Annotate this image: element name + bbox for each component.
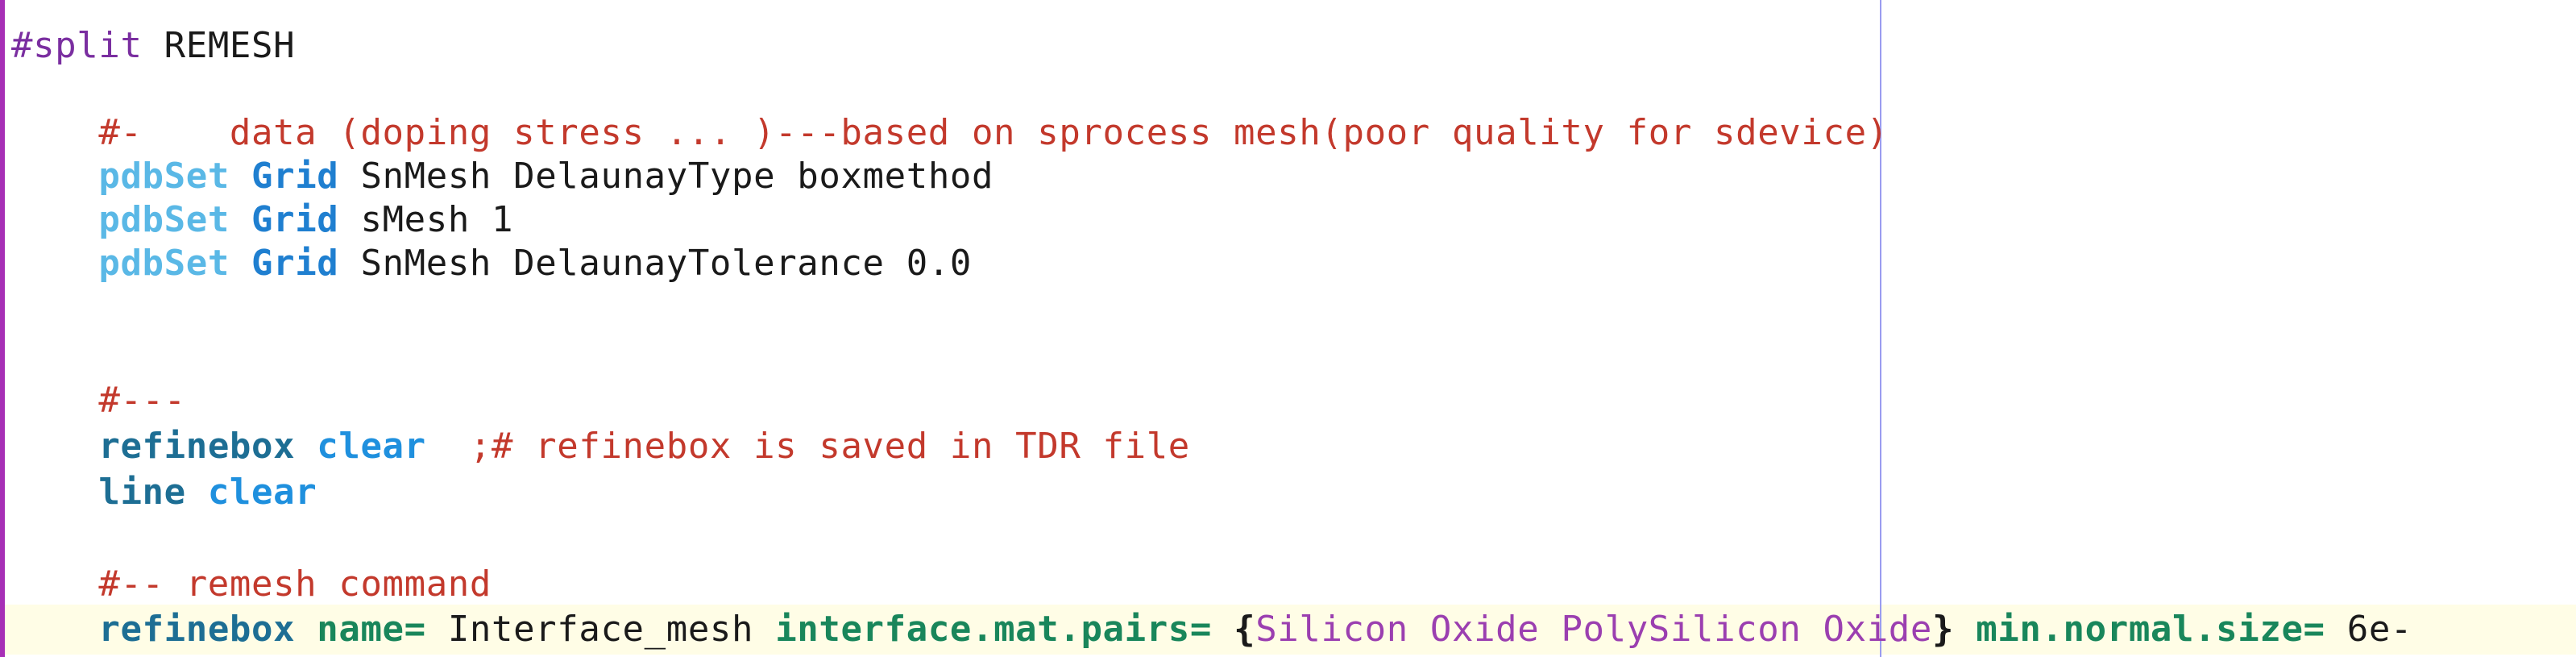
code-line-10[interactable]: refinebox clear ;# refinebox is saved in… [11, 425, 1190, 468]
editor-left-border [0, 0, 5, 657]
code-token: Grid [251, 156, 339, 197]
code-token: interface.mat.pairs= [775, 609, 1212, 650]
code-token: 6e- [2325, 609, 2413, 650]
code-line-1[interactable]: #split REMESH [11, 24, 295, 68]
code-token: line [98, 472, 186, 513]
code-token: Grid [251, 243, 339, 284]
code-token: name= [317, 609, 426, 650]
code-token: refinebox [98, 609, 296, 650]
code-token: ;# refinebox is saved in TDR file [425, 426, 1190, 467]
right-margin-guide [1880, 0, 1881, 657]
code-line-13[interactable]: #-- remesh command [11, 563, 492, 606]
code-token: REMESH [142, 25, 296, 66]
code-token: SnMesh DelaunayTolerance 0.0 [338, 243, 973, 284]
code-token: Grid [251, 199, 339, 240]
code-token: { [1234, 609, 1256, 650]
code-token: clear [317, 426, 426, 467]
code-line-9[interactable]: #--- [11, 379, 186, 422]
code-token: pdbSet [98, 199, 230, 240]
code-token: #- data (doping stress ... )---based on … [11, 112, 1889, 153]
code-token: } [1932, 609, 1955, 650]
code-token: SnMesh DelaunayType boxmethod [338, 156, 994, 197]
code-token: pdbSet [98, 243, 230, 284]
code-token: #split [11, 25, 143, 66]
code-token: sMesh 1 [338, 199, 514, 240]
code-line-6[interactable]: pdbSet Grid SnMesh DelaunayTolerance 0.0 [11, 242, 972, 285]
code-line-11[interactable]: line clear [11, 471, 317, 514]
code-token: #-- remesh command [11, 563, 492, 605]
code-line-5[interactable]: pdbSet Grid sMesh 1 [11, 198, 513, 242]
code-token: min.normal.size= [1976, 609, 2325, 650]
code-token: #--- [11, 380, 186, 421]
code-token: refinebox [98, 426, 296, 467]
code-token: clear [207, 472, 317, 513]
code-token: pdbSet [98, 156, 230, 197]
code-token: Silicon Oxide PolySilicon Oxide [1255, 609, 1932, 650]
code-line-14[interactable]: refinebox name= Interface_mesh interface… [11, 608, 2412, 651]
code-line-3[interactable]: #- data (doping stress ... )---based on … [11, 111, 1889, 155]
code-line-4[interactable]: pdbSet Grid SnMesh DelaunayType boxmetho… [11, 155, 993, 198]
code-token: Interface_mesh [425, 609, 776, 650]
